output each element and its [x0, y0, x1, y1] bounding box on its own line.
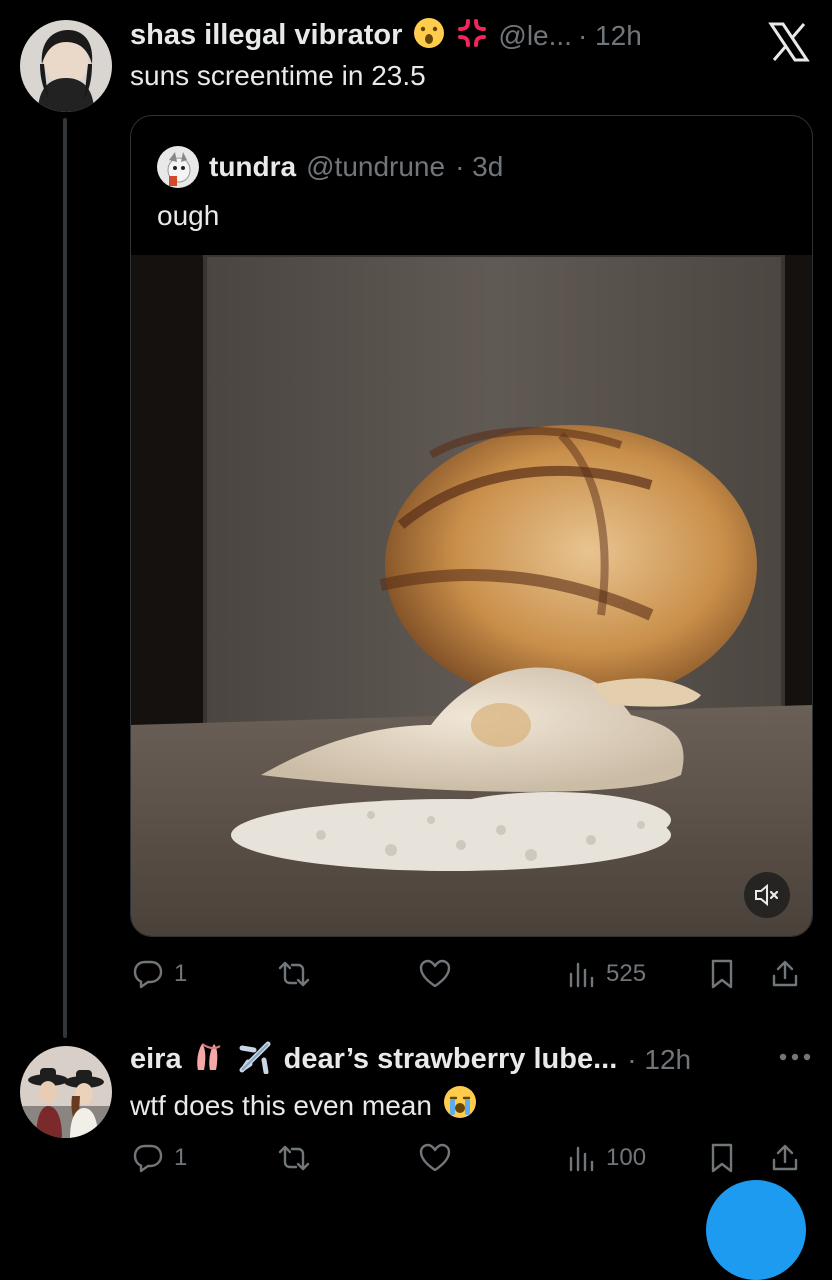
- reply-count: 1: [174, 960, 188, 987]
- reply-display-name-rest[interactable]: dear’s strawberry lube...: [284, 1043, 618, 1076]
- more-icon[interactable]: [778, 1042, 812, 1074]
- repost-icon: [278, 1145, 310, 1171]
- post-text: suns screentime in 23.5: [130, 60, 426, 91]
- views-count: 100: [606, 1144, 647, 1171]
- repost-button[interactable]: [276, 1142, 312, 1174]
- mute-button[interactable]: [744, 872, 790, 918]
- reply-icon: [133, 960, 163, 989]
- post-header: shas illegal vibrator @le... · 12h: [130, 16, 642, 55]
- quote-handle[interactable]: @tundrune: [306, 151, 445, 183]
- views-button[interactable]: 100: [566, 1142, 646, 1174]
- post-avatar[interactable]: [20, 20, 112, 112]
- reply-text-content: wtf does this even mean: [130, 1089, 432, 1121]
- reply-avatar[interactable]: [20, 1046, 112, 1138]
- reply-text: wtf does this even mean: [130, 1084, 478, 1127]
- reply-button[interactable]: 1: [132, 1142, 187, 1174]
- share-button[interactable]: [770, 958, 800, 990]
- display-name[interactable]: shas illegal vibrator: [130, 19, 402, 52]
- quote-display-name[interactable]: tundra: [209, 151, 296, 183]
- anger-emoji-icon: [456, 17, 488, 54]
- quote-timestamp[interactable]: · 3d: [455, 151, 503, 183]
- views-button[interactable]: 525: [566, 958, 646, 990]
- avatar-photo: [20, 1046, 112, 1138]
- reply-count: 1: [174, 1144, 188, 1171]
- airplane-emoji-icon: [238, 1040, 274, 1079]
- like-button[interactable]: [418, 958, 452, 990]
- heart-icon: [419, 1143, 451, 1172]
- bookmark-icon: [711, 1143, 733, 1173]
- quote-media-video[interactable]: [131, 255, 812, 936]
- x-logo-icon[interactable]: [768, 22, 810, 67]
- snail-video-frame: [131, 255, 812, 936]
- views-count: 525: [606, 960, 647, 987]
- reply-header: eira dear’s strawberry lube... · 12h: [130, 1040, 691, 1079]
- repost-button[interactable]: [276, 958, 312, 990]
- quote-avatar[interactable]: [157, 146, 199, 188]
- views-icon: [569, 1146, 594, 1172]
- astonished-emoji-icon: [412, 16, 446, 55]
- reply-icon: [133, 1144, 163, 1173]
- quoted-post[interactable]: tundra @tundrune · 3d ough: [130, 115, 813, 937]
- quote-header: tundra @tundrune · 3d: [157, 146, 503, 188]
- reply-timestamp[interactable]: · 12h: [627, 1044, 691, 1076]
- thread-line: [63, 118, 67, 1038]
- handle[interactable]: @le...: [498, 20, 572, 52]
- bookmark-button[interactable]: [708, 958, 736, 990]
- views-icon: [569, 962, 594, 988]
- bookmark-button[interactable]: [708, 1142, 736, 1174]
- bookmark-icon: [711, 959, 733, 989]
- reply-display-name[interactable]: eira: [130, 1043, 182, 1076]
- repost-icon: [278, 961, 310, 987]
- reply-button[interactable]: 1: [132, 958, 187, 990]
- timestamp[interactable]: · 12h: [578, 20, 642, 52]
- compose-fab[interactable]: [706, 1180, 806, 1280]
- reply-actions: 1 100: [130, 1136, 810, 1180]
- share-button[interactable]: [770, 1142, 800, 1174]
- like-button[interactable]: [418, 1142, 452, 1174]
- heart-icon: [419, 959, 451, 988]
- share-icon: [772, 1144, 798, 1171]
- post-actions: 1 525: [130, 952, 810, 996]
- loudly-crying-emoji-icon: [442, 1084, 478, 1127]
- quote-text: ough: [157, 200, 220, 231]
- ballet-shoes-emoji-icon: [192, 1040, 228, 1079]
- share-icon: [772, 960, 798, 987]
- avatar-photo: [20, 20, 112, 112]
- muted-speaker-icon: [755, 883, 779, 907]
